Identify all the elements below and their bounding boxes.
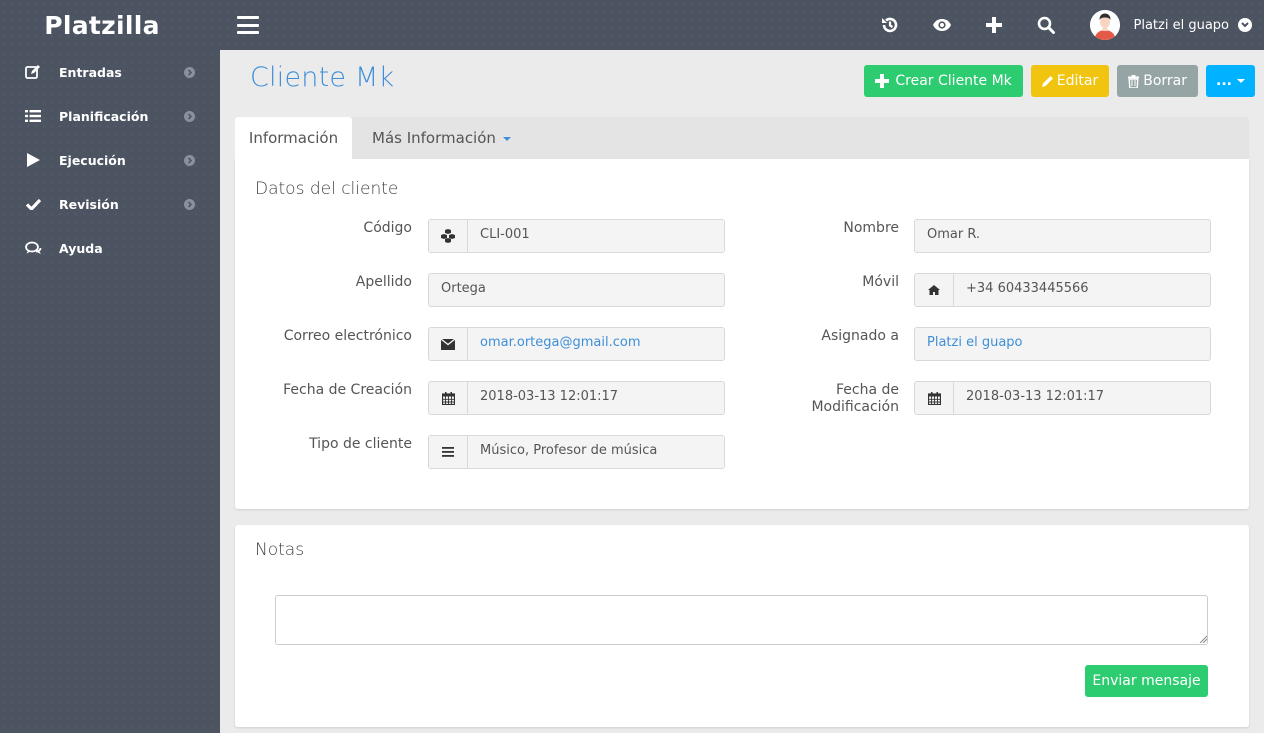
fecha-modificacion-field: 2018-03-13 12:01:17 [914, 381, 1211, 415]
sidebar-item-label: Revisión [59, 196, 119, 212]
apellido-label: Apellido [355, 274, 412, 290]
client-info-panel: Datos del cliente Código CLI-001 Apellid… [235, 159, 1249, 509]
fecha-creacion-label: Fecha de Creación [283, 382, 412, 398]
top-actions: Platzi el guapo [864, 0, 1264, 50]
movil-label: Móvil [862, 274, 899, 290]
correo-link[interactable]: omar.ortega@gmail.com [468, 328, 652, 360]
fecha-modificacion-label-line1: Fecha de [836, 382, 899, 398]
comments-icon [23, 240, 43, 256]
sidebar-item-ayuda[interactable]: Ayuda [0, 226, 220, 270]
sidebar-item-entradas[interactable]: Entradas [0, 50, 220, 94]
asignado-field: Platzi el guapo [914, 327, 1211, 361]
notes-panel: Notas Enviar mensaje [235, 525, 1249, 727]
tab-label: Información [248, 129, 339, 147]
user-menu[interactable]: Platzi el guapo [1072, 0, 1264, 50]
envelope-icon [429, 328, 468, 360]
page-title: Cliente Mk [250, 62, 395, 93]
history-icon[interactable] [864, 0, 916, 50]
sidebar-item-label: Entradas [59, 64, 122, 80]
chevron-right-icon [184, 66, 195, 78]
apellido-field: Ortega [428, 273, 725, 307]
codigo-label: Código [363, 220, 412, 236]
calendar-icon [915, 382, 954, 414]
sidebar-item-revision[interactable]: Revisión [0, 182, 220, 226]
fecha-modificacion-label-line2: Modificación [811, 399, 899, 415]
search-icon[interactable] [1020, 0, 1072, 50]
chevron-right-icon [184, 154, 195, 166]
avatar [1089, 10, 1120, 40]
caret-down-icon [502, 137, 511, 141]
codigo-field: CLI-001 [428, 219, 725, 253]
home-icon [915, 274, 954, 306]
section-title: Notas [255, 540, 305, 560]
user-name: Platzi el guapo [1133, 17, 1230, 33]
edit-label: Editar [1056, 73, 1099, 89]
tipo-field: Músico, Profesor de música [428, 435, 725, 469]
correo-label: Correo electrónico [283, 328, 412, 344]
trash-icon [1128, 74, 1140, 88]
check-icon [23, 196, 43, 212]
section-title: Datos del cliente [255, 179, 399, 199]
asignado-link[interactable]: Platzi el guapo [915, 328, 1035, 360]
notes-textarea[interactable] [275, 595, 1208, 645]
nombre-field: Omar R. [914, 219, 1211, 253]
plus-icon [875, 74, 890, 88]
edit-icon [23, 64, 43, 80]
more-label: ... [1216, 73, 1232, 89]
more-actions-dropdown[interactable]: ... [1206, 65, 1255, 97]
fecha-creacion-value: 2018-03-13 12:01:17 [480, 388, 619, 404]
fecha-creacion-field: 2018-03-13 12:01:17 [428, 381, 725, 415]
asignado-label: Asignado a [821, 328, 899, 344]
top-navbar: Platzilla Platzi el guapo [0, 0, 1264, 50]
tipo-value: Músico, Profesor de música [480, 442, 658, 458]
create-client-button[interactable]: Crear Cliente Mk [864, 65, 1023, 97]
chevron-right-icon [184, 110, 195, 122]
page-actions: Crear Cliente Mk Editar Borrar ... [864, 65, 1255, 97]
sidebar-item-label: Planificación [59, 108, 149, 124]
menu-toggle-icon[interactable] [237, 16, 259, 34]
sidebar-item-label: Ayuda [59, 240, 103, 256]
tipo-label: Tipo de cliente [309, 436, 412, 452]
chevron-right-icon [184, 198, 195, 210]
movil-value: +34 60433445566 [966, 280, 1089, 296]
play-icon [23, 152, 43, 168]
fecha-modificacion-label: Fecha de Modificación [729, 382, 899, 416]
create-client-label: Crear Cliente Mk [895, 73, 1012, 89]
edit-button[interactable]: Editar [1030, 65, 1110, 97]
brand-logo[interactable]: Platzilla [0, 0, 220, 50]
bars-icon [429, 436, 468, 468]
nombre-label: Nombre [843, 220, 899, 236]
nombre-value: Omar R. [927, 226, 981, 242]
chevron-down-icon [1238, 18, 1252, 32]
resize-handle-icon[interactable] [1199, 635, 1207, 643]
sidebar: Entradas Planificación Ejecución Revisió… [0, 50, 220, 733]
fecha-modificacion-value: 2018-03-13 12:01:17 [966, 388, 1105, 404]
apellido-value: Ortega [441, 280, 486, 296]
tab-bar: Información Más Información [235, 117, 1249, 159]
tab-mas-informacion[interactable]: Más Información [372, 117, 511, 159]
correo-field: omar.ortega@gmail.com [428, 327, 725, 361]
cubes-icon [429, 220, 468, 252]
codigo-value: CLI-001 [480, 226, 530, 242]
caret-down-icon [1237, 79, 1245, 83]
sidebar-item-planificacion[interactable]: Planificación [0, 94, 220, 138]
sidebar-item-label: Ejecución [59, 152, 126, 168]
sidebar-item-ejecucion[interactable]: Ejecución [0, 138, 220, 182]
eye-icon[interactable] [916, 0, 968, 50]
tab-label: Más Información [372, 129, 496, 147]
pencil-icon [1041, 76, 1053, 87]
delete-label: Borrar [1143, 73, 1188, 89]
send-message-button[interactable]: Enviar mensaje [1085, 665, 1208, 697]
movil-field: +34 60433445566 [914, 273, 1211, 307]
tab-informacion[interactable]: Información [235, 117, 352, 159]
delete-button[interactable]: Borrar [1117, 65, 1199, 97]
plus-icon[interactable] [968, 0, 1020, 50]
list-icon [23, 108, 43, 124]
calendar-icon [429, 382, 468, 414]
